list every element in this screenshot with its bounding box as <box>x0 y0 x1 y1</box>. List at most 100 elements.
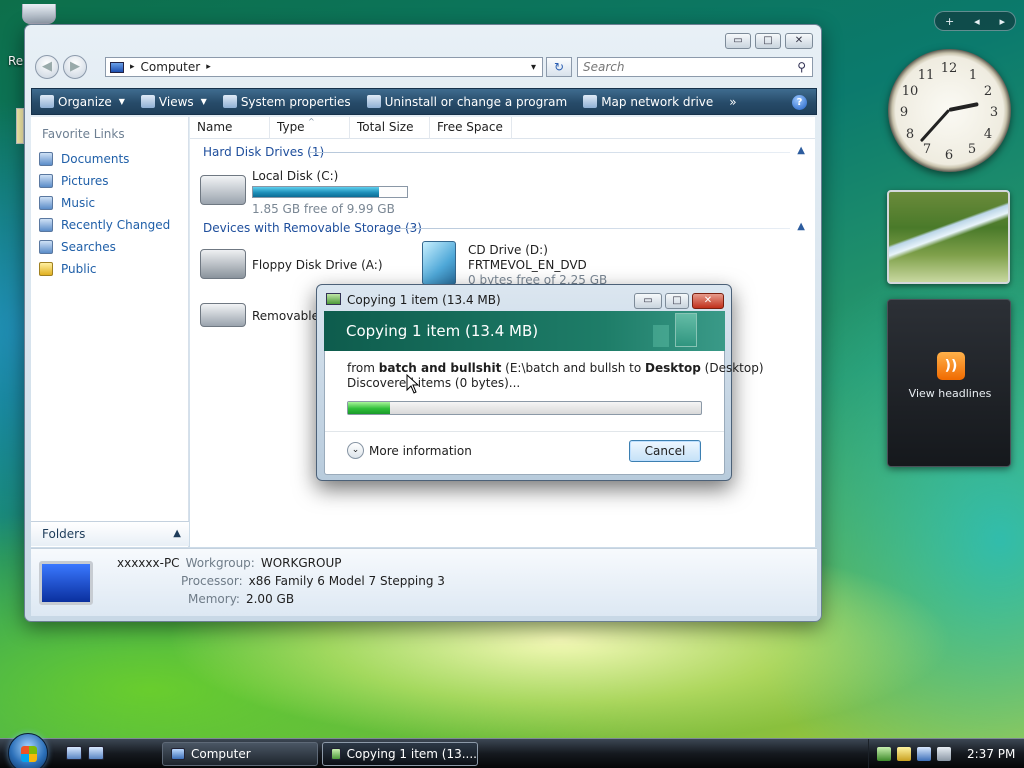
back-button[interactable]: ◀ <box>35 55 59 79</box>
nav-item-public[interactable]: Public <box>39 262 97 276</box>
clock-minute-hand <box>919 108 951 143</box>
organize-button[interactable]: Organize ▼ <box>40 95 125 109</box>
forward-button[interactable]: ▶ <box>63 55 87 79</box>
uninstall-button[interactable]: Uninstall or change a program <box>366 95 567 109</box>
computer-icon <box>110 61 124 73</box>
network-tray-icon[interactable] <box>917 747 931 761</box>
discovery-status: Discovered items (0 bytes)... <box>347 376 521 390</box>
address-path[interactable]: Computer <box>141 60 201 74</box>
group-header-hard-disks[interactable]: Hard Disk Drives (1) <box>203 145 324 159</box>
add-gadget-button[interactable]: + <box>945 15 954 28</box>
column-free-space[interactable]: Free Space <box>430 117 512 139</box>
address-dropdown-icon[interactable]: ▾ <box>531 62 536 73</box>
show-desktop-icon[interactable] <box>66 746 82 760</box>
folders-toggle[interactable]: Folders ▲ <box>31 521 189 546</box>
documents-icon <box>39 152 53 166</box>
desktop-icon-label[interactable]: Re <box>8 54 23 68</box>
map-network-drive-button[interactable]: Map network drive <box>583 95 713 109</box>
search-icon[interactable]: ⚲ <box>797 58 806 76</box>
maximize-button[interactable]: □ <box>755 33 781 49</box>
favorite-links-title: Favorite Links <box>42 127 125 141</box>
view-headlines-label[interactable]: View headlines <box>888 387 1012 400</box>
dialog-heading-banner: Copying 1 item (13.4 MB) <box>324 311 725 351</box>
search-input[interactable]: Search ⚲ <box>577 57 813 77</box>
dialog-divider <box>325 431 724 432</box>
security-tray-icon[interactable] <box>877 747 891 761</box>
chevron-down-icon: ▼ <box>118 97 125 106</box>
help-icon[interactable]: ? <box>792 95 807 110</box>
nav-item-searches[interactable]: Searches <box>39 240 116 254</box>
address-bar[interactable]: ▸ Computer ▸ ▾ <box>105 57 543 77</box>
clock-gadget[interactable]: 12 1 2 3 4 5 6 7 8 9 10 11 <box>888 49 1011 172</box>
more-information-toggle[interactable]: ⌄ More information <box>347 442 472 459</box>
collapse-group-icon[interactable]: ▲ <box>797 221 805 232</box>
source-link[interactable]: batch and bullshit <box>379 361 502 375</box>
taskbar: Computer Copying 1 item (13.... 2:37 PM <box>0 733 1024 768</box>
dialog-title: Copying 1 item (13.4 MB) <box>347 293 501 307</box>
dialog-maximize-button[interactable]: □ <box>665 293 689 309</box>
more-commands-button[interactable]: » <box>729 95 736 109</box>
cd-drive-icon <box>422 241 456 285</box>
collapse-group-icon[interactable]: ▲ <box>797 145 805 156</box>
feed-headlines-gadget[interactable]: )) View headlines <box>887 299 1011 467</box>
music-icon <box>39 196 53 210</box>
chevron-up-icon: ▲ <box>173 528 181 539</box>
taskbar-item-copying[interactable]: Copying 1 item (13.... <box>322 742 478 766</box>
group-divider <box>400 228 790 229</box>
previous-gadgets-button[interactable]: ◂ <box>974 15 980 28</box>
start-button[interactable] <box>8 733 48 768</box>
address-separator[interactable]: ▸ <box>130 62 135 72</box>
system-properties-button[interactable]: System properties <box>222 95 351 109</box>
drive-floppy-a[interactable]: Floppy Disk Drive (A:) <box>200 243 400 289</box>
system-properties-icon <box>222 95 237 108</box>
copy-icon <box>331 748 341 760</box>
close-button[interactable]: ✕ <box>785 33 813 49</box>
views-icon <box>140 95 155 108</box>
sort-icon: ^ <box>308 117 315 126</box>
next-gadgets-button[interactable]: ▸ <box>1000 15 1006 28</box>
column-headers: Name Type ^ Total Size Free Space <box>190 117 815 139</box>
minimize-button[interactable]: ▭ <box>725 33 751 49</box>
dialog-close-button[interactable]: ✕ <box>692 293 724 309</box>
recycle-bin-icon[interactable] <box>22 4 56 24</box>
floppy-drive-icon <box>200 249 246 279</box>
destination-link[interactable]: Desktop <box>645 361 701 375</box>
cancel-button[interactable]: Cancel <box>629 440 701 462</box>
organize-icon <box>40 95 54 108</box>
column-type[interactable]: Type ^ <box>270 117 350 139</box>
recently-changed-icon <box>39 218 53 232</box>
slideshow-gadget[interactable] <box>887 190 1010 284</box>
computer-icon <box>171 748 185 760</box>
drive-local-c[interactable]: Local Disk (C:) 1.85 GB free of 9.99 GB <box>200 167 440 216</box>
column-name[interactable]: Name <box>190 117 270 139</box>
details-workgroup: xxxxxx-PC Workgroup: WORKGROUP <box>117 556 342 570</box>
uninstall-icon <box>366 95 381 108</box>
refresh-button[interactable]: ↻ <box>546 57 572 77</box>
mouse-cursor-icon <box>406 374 420 394</box>
copy-source-destination: from batch and bullshit (E:\batch and bu… <box>347 361 764 375</box>
group-header-removable[interactable]: Devices with Removable Storage (3) <box>203 221 422 235</box>
update-tray-icon[interactable] <box>897 747 911 761</box>
views-button[interactable]: Views ▼ <box>140 95 207 109</box>
address-separator-2[interactable]: ▸ <box>206 62 211 72</box>
dialog-minimize-button[interactable]: ▭ <box>634 293 662 309</box>
folder-icon <box>39 262 53 276</box>
details-pane: xxxxxx-PC Workgroup: WORKGROUP Processor… <box>31 548 817 616</box>
nav-item-documents[interactable]: Documents <box>39 152 129 166</box>
switch-windows-icon[interactable] <box>88 746 104 760</box>
chevron-down-icon: ⌄ <box>347 442 364 459</box>
taskbar-item-computer[interactable]: Computer <box>162 742 318 766</box>
nav-item-recently-changed[interactable]: Recently Changed <box>39 218 170 232</box>
command-bar: Organize ▼ Views ▼ System properties Unins… <box>31 88 817 115</box>
system-clock[interactable]: 2:37 PM <box>967 747 1015 761</box>
column-total-size[interactable]: Total Size <box>350 117 430 139</box>
desktop-file-icon[interactable] <box>16 108 24 144</box>
nav-item-music[interactable]: Music <box>39 196 95 210</box>
banner-decoration <box>653 325 669 347</box>
pictures-icon <box>39 174 53 188</box>
searches-icon <box>39 240 53 254</box>
dialog-body: from batch and bullshit (E:\batch and bu… <box>324 351 764 475</box>
volume-muted-icon[interactable] <box>937 747 951 761</box>
group-divider <box>310 152 790 153</box>
nav-item-pictures[interactable]: Pictures <box>39 174 109 188</box>
